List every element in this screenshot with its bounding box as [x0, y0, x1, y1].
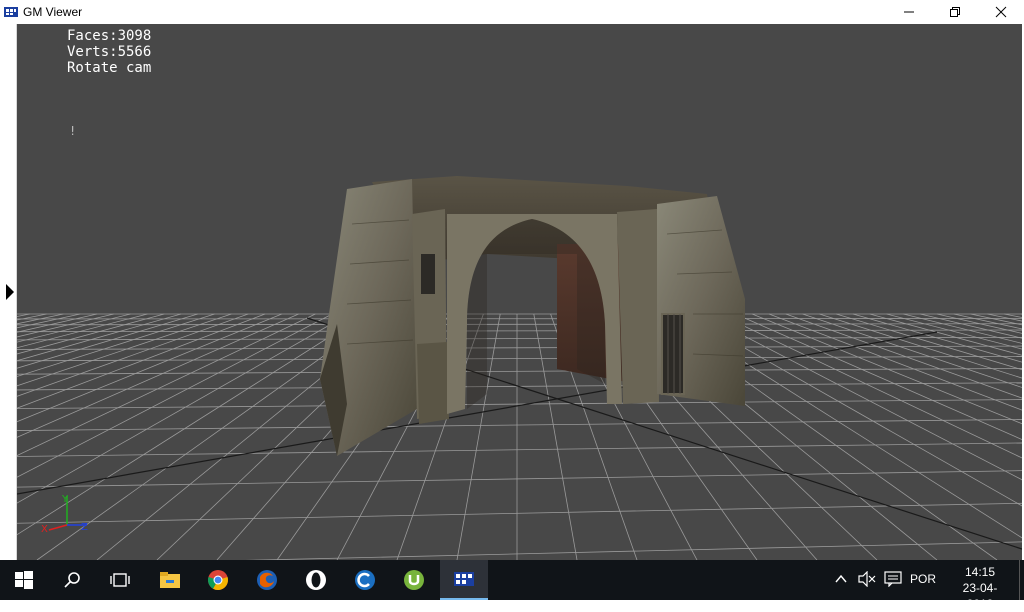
grid-line — [937, 314, 1022, 560]
grid-line — [954, 314, 1022, 560]
grid-line — [17, 542, 1022, 560]
grid-line — [17, 471, 1022, 487]
grid-line — [853, 314, 1022, 560]
verts-count: Verts:5566 — [67, 44, 151, 60]
grid-line — [17, 337, 1022, 339]
grid-line — [887, 314, 1022, 560]
stats-overlay: Faces:3098 Verts:5566 Rotate cam — [67, 28, 151, 76]
utorrent-icon — [403, 569, 425, 591]
grid-line — [17, 314, 315, 560]
chrome-icon — [207, 569, 229, 591]
grid-line — [819, 314, 1022, 560]
utorrent-button[interactable] — [390, 560, 438, 600]
scene-canvas: Y Z X — [17, 24, 1022, 560]
grid-line — [903, 314, 1022, 560]
restore-button[interactable] — [932, 0, 978, 24]
axis-z-label: Z — [81, 522, 88, 533]
firefox-button[interactable] — [243, 560, 291, 600]
volume-muted-icon[interactable] — [858, 571, 876, 587]
cursor-marker: ! — [69, 124, 76, 138]
search-icon — [63, 571, 81, 589]
grid-line — [719, 314, 1022, 560]
grid-line — [17, 330, 1022, 332]
language-indicator[interactable]: POR — [910, 572, 936, 586]
side-panel-strip — [0, 24, 17, 560]
grid-line — [17, 419, 1022, 430]
file-explorer-button[interactable] — [146, 560, 194, 600]
ruin-model — [320, 176, 745, 456]
grid-line — [735, 314, 1022, 560]
grid-line — [17, 346, 1022, 349]
grid-line — [17, 443, 1022, 457]
grid-line — [786, 314, 1022, 560]
task-view-icon — [109, 572, 131, 588]
3d-viewport[interactable]: Y Z X Faces:3098 Verts:5566 Rotate cam ! — [17, 24, 1022, 560]
minimize-button[interactable] — [886, 0, 932, 24]
ccleaner-button[interactable] — [341, 560, 389, 600]
grid-line — [836, 314, 1022, 560]
notification-icon[interactable] — [884, 571, 902, 587]
grid-line — [17, 314, 231, 560]
floor-grid — [17, 314, 1022, 560]
search-button[interactable] — [48, 560, 96, 600]
window-title: GM Viewer — [23, 5, 82, 19]
show-desktop-button[interactable] — [1019, 560, 1024, 600]
title-bar: GM Viewer — [0, 0, 1024, 24]
gm-viewer-icon — [453, 569, 475, 589]
firefox-icon — [256, 569, 278, 591]
axis-gizmo: Y Z X — [41, 494, 88, 535]
expand-panel-arrow-icon[interactable] — [6, 284, 14, 300]
clock[interactable]: 14:15 23-04-2018 — [950, 564, 1010, 612]
chrome-button[interactable] — [194, 560, 242, 600]
close-icon — [995, 6, 1007, 18]
grid-line — [17, 400, 1022, 409]
minimize-icon — [903, 6, 915, 18]
gm-viewer-taskbar-button[interactable] — [440, 560, 488, 600]
opera-button[interactable] — [292, 560, 340, 600]
app-icon — [3, 4, 19, 20]
grid-line — [17, 314, 265, 560]
task-view-button[interactable] — [96, 560, 144, 600]
restore-icon — [949, 6, 961, 18]
clock-date: 23-04-2018 — [950, 580, 1010, 612]
close-button[interactable] — [978, 0, 1024, 24]
mode-label: Rotate cam — [67, 60, 151, 76]
grid-line — [17, 503, 1022, 523]
grid-line — [17, 356, 1022, 360]
grid-line — [17, 314, 299, 560]
start-icon — [15, 571, 33, 589]
chevron-up-icon[interactable] — [834, 572, 848, 586]
start-button[interactable] — [0, 560, 48, 600]
taskbar: POR 14:15 23-04-2018 — [0, 560, 1024, 600]
clock-time: 14:15 — [950, 564, 1010, 580]
axis-y-label: Y — [61, 494, 69, 505]
file-explorer-icon — [159, 571, 181, 589]
grid-line — [803, 314, 1022, 560]
ccleaner-icon — [354, 569, 376, 591]
axis-x-label: X — [41, 524, 48, 535]
opera-icon — [305, 569, 327, 591]
faces-count: Faces:3098 — [67, 28, 151, 44]
